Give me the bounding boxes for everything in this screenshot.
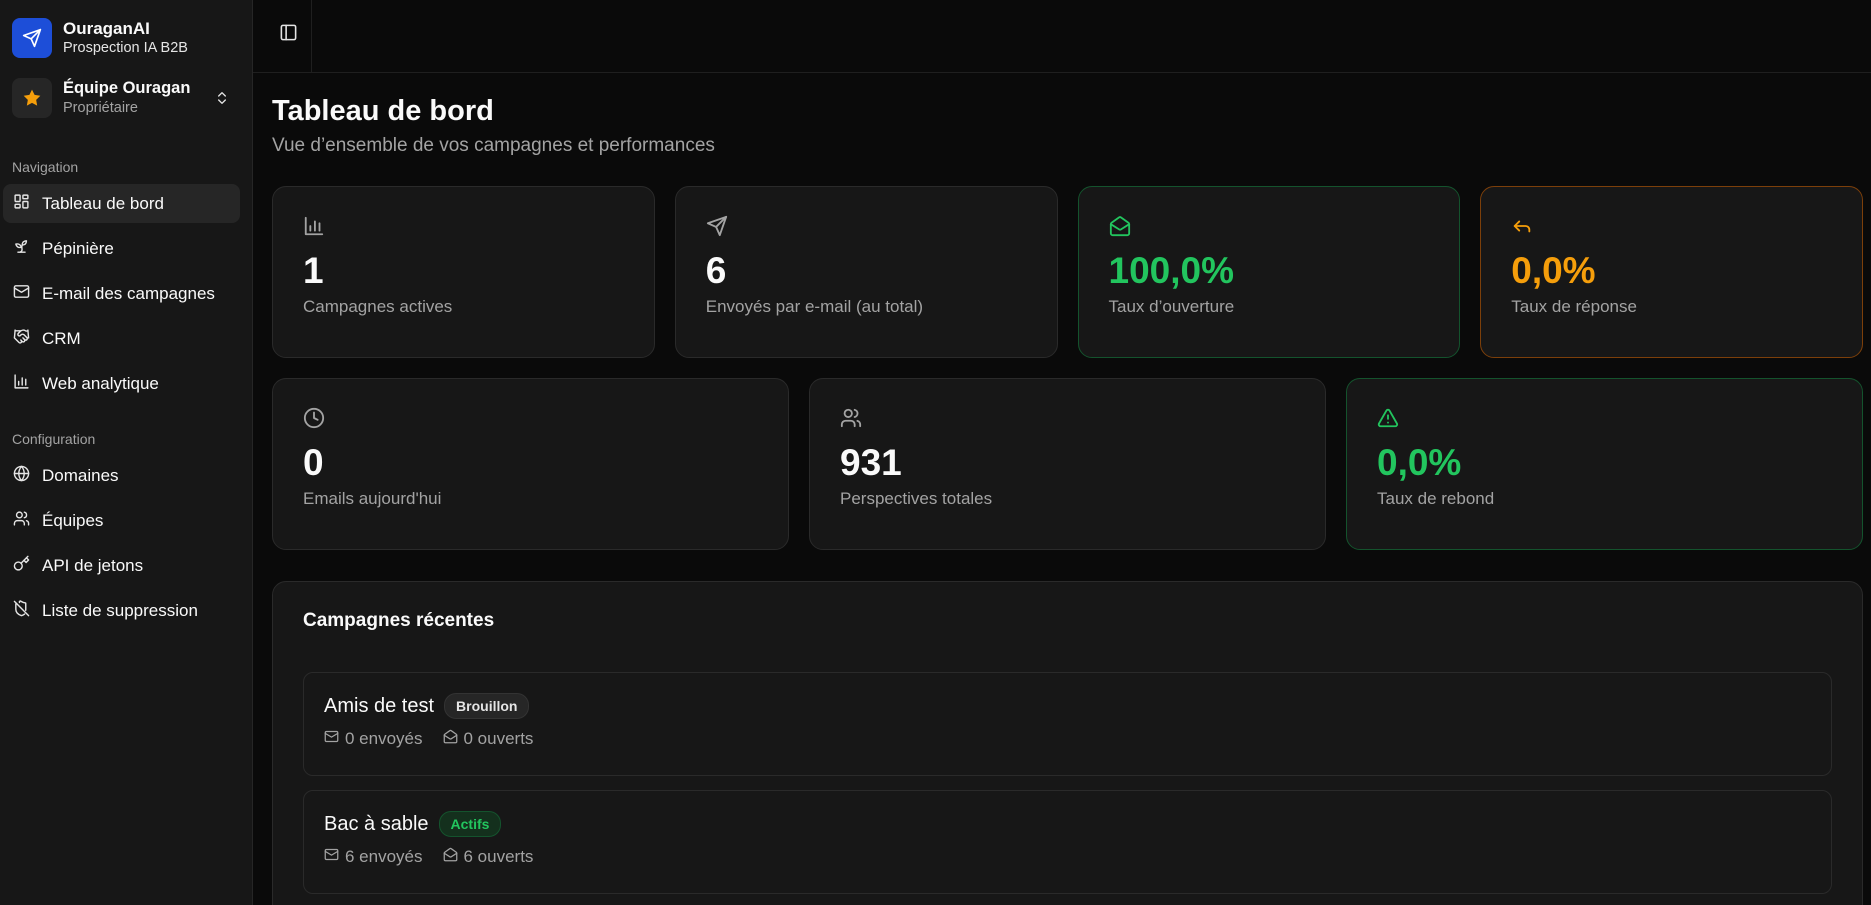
stat-value: 0 bbox=[303, 442, 324, 483]
campaign-name: Amis de test bbox=[324, 694, 435, 717]
sidebar-item-label: Tableau de bord bbox=[42, 193, 164, 213]
stat-card-bounce-rate: 0,0% Taux de rebond bbox=[1346, 378, 1863, 550]
sidebar-item-crm[interactable]: CRM bbox=[3, 319, 240, 358]
sidebar-item-label: E-mail des campagnes bbox=[42, 283, 215, 303]
team-switcher[interactable]: Équipe Ouragan Propriétaire bbox=[0, 69, 252, 127]
stat-label: Taux de rebond bbox=[1377, 489, 1495, 508]
app: OuraganAI Prospection IA B2B Équipe Oura… bbox=[0, 0, 1871, 905]
stat-label: Taux de réponse bbox=[1511, 297, 1637, 316]
stats-row-1: 1 Campagnes actives 6 Envoyés par e-mail… bbox=[272, 186, 1863, 358]
stat-card-total-prospects: 931 Perspectives totales bbox=[809, 378, 1326, 550]
stat-card-emails-today: 0 Emails aujourd'hui bbox=[272, 378, 789, 550]
status-badge: Brouillon bbox=[444, 693, 530, 719]
users-icon bbox=[13, 510, 42, 532]
reply-icon bbox=[1511, 215, 1832, 241]
dashboard-icon bbox=[13, 193, 42, 215]
content: Tableau de bord Vue d’ensemble de vos ca… bbox=[253, 73, 1871, 905]
main: Tableau de bord Vue d’ensemble de vos ca… bbox=[253, 0, 1871, 905]
sidebar-item-label: Domaines bbox=[42, 465, 119, 485]
warning-icon bbox=[1377, 407, 1832, 433]
stat-card-emails-sent: 6 Envoyés par e-mail (au total) bbox=[674, 186, 1058, 358]
send-icon bbox=[706, 215, 1027, 241]
shield-off-icon bbox=[13, 599, 42, 622]
stat-label: Campagnes actives bbox=[303, 297, 453, 316]
stat-card-open-rate: 100,0% Taux d’ouverture bbox=[1077, 186, 1461, 358]
recent-campaigns-panel: Campagnes récentes Amis de test Brouillo… bbox=[272, 581, 1863, 905]
stat-value: 0,0% bbox=[1377, 442, 1462, 483]
sidebar-item-api-tokens[interactable]: API de jetons bbox=[3, 546, 240, 585]
send-icon bbox=[12, 18, 52, 58]
sidebar-item-label: Pépinière bbox=[42, 238, 114, 258]
campaign-name: Bac à sable bbox=[324, 812, 429, 835]
team-name: Équipe Ouragan bbox=[63, 79, 191, 97]
star-icon bbox=[12, 78, 52, 118]
page-title: Tableau de bord bbox=[272, 95, 494, 127]
panel-left-icon bbox=[279, 23, 298, 47]
clock-icon bbox=[303, 407, 758, 433]
stat-value: 6 bbox=[705, 250, 727, 291]
sidebar: OuraganAI Prospection IA B2B Équipe Oura… bbox=[0, 0, 253, 905]
sidebar-item-dashboard[interactable]: Tableau de bord bbox=[3, 184, 240, 223]
sidebar-item-campaign-emails[interactable]: E-mail des campagnes bbox=[3, 274, 240, 313]
page-subtitle: Vue d’ensemble de vos campagnes et perfo… bbox=[272, 135, 715, 156]
stat-label: Envoyés par e-mail (au total) bbox=[705, 297, 924, 316]
stat-card-reply-rate: 0,0% Taux de réponse bbox=[1480, 186, 1863, 358]
stat-value: 0,0% bbox=[1511, 250, 1596, 291]
sidebar-toggle-button[interactable] bbox=[273, 20, 303, 50]
brand-tagline: Prospection IA B2B bbox=[63, 40, 188, 56]
nav-list: Tableau de bord Pépinière E-mail des cam… bbox=[0, 184, 252, 403]
brand[interactable]: OuraganAI Prospection IA B2B bbox=[0, 0, 252, 64]
nav-section-label: Navigation bbox=[12, 159, 79, 175]
mail-icon bbox=[324, 729, 345, 749]
campaign-item[interactable]: Bac à sable Actifs 6 envoyés 6 ouverts bbox=[303, 790, 1832, 894]
sidebar-item-label: Équipes bbox=[42, 510, 104, 530]
campaign-sent-count: 6 envoyés bbox=[345, 847, 423, 866]
stats-row-2: 0 Emails aujourd'hui 931 Perspectives to… bbox=[272, 378, 1863, 550]
campaign-sent-count: 0 envoyés bbox=[345, 729, 423, 748]
stat-label: Taux d’ouverture bbox=[1108, 297, 1235, 316]
topbar-divider bbox=[311, 0, 312, 73]
stat-value: 100,0% bbox=[1108, 250, 1235, 291]
sidebar-item-web-analytics[interactable]: Web analytique bbox=[3, 364, 240, 403]
config-section-label: Configuration bbox=[12, 431, 96, 447]
sidebar-item-teams[interactable]: Équipes bbox=[3, 501, 240, 540]
topbar bbox=[253, 0, 1871, 73]
status-badge: Actifs bbox=[438, 811, 502, 837]
sidebar-item-domains[interactable]: Domaines bbox=[3, 456, 240, 495]
campaign-opened-count: 6 ouverts bbox=[463, 847, 534, 866]
team-role: Propriétaire bbox=[63, 100, 138, 116]
brand-name: OuraganAI bbox=[63, 19, 150, 38]
mail-open-icon bbox=[443, 729, 464, 749]
sidebar-item-nursery[interactable]: Pépinière bbox=[3, 229, 240, 268]
stat-card-active-campaigns: 1 Campagnes actives bbox=[272, 186, 655, 358]
sidebar-item-label: API de jetons bbox=[42, 555, 144, 575]
chevron-up-down-icon bbox=[214, 89, 230, 112]
config-list: Domaines Équipes API de jetons Liste de … bbox=[0, 456, 252, 630]
stat-label: Emails aujourd'hui bbox=[303, 489, 442, 508]
stat-value: 1 bbox=[303, 250, 324, 291]
bar-chart-icon bbox=[13, 373, 42, 395]
sidebar-item-label: Web analytique bbox=[42, 373, 159, 393]
stat-label: Perspectives totales bbox=[840, 489, 993, 508]
sprout-icon bbox=[13, 238, 42, 260]
bar-chart-icon bbox=[303, 215, 624, 241]
mail-icon bbox=[324, 847, 345, 867]
sidebar-item-label: CRM bbox=[42, 328, 81, 348]
campaign-item[interactable]: Amis de test Brouillon 0 envoyés 0 ouver… bbox=[303, 672, 1832, 776]
sidebar-item-suppression-list[interactable]: Liste de suppression bbox=[3, 591, 240, 630]
campaign-opened-count: 0 ouverts bbox=[463, 729, 534, 748]
mail-icon bbox=[13, 283, 42, 305]
stat-value: 931 bbox=[840, 442, 902, 483]
users-icon bbox=[840, 407, 1295, 433]
handshake-icon bbox=[13, 328, 42, 350]
recent-campaigns-title: Campagnes récentes bbox=[303, 610, 495, 631]
mail-open-icon bbox=[1109, 215, 1430, 241]
sidebar-item-label: Liste de suppression bbox=[42, 600, 198, 620]
key-icon bbox=[13, 555, 42, 577]
globe-icon bbox=[13, 465, 42, 487]
mail-open-icon bbox=[443, 847, 464, 867]
